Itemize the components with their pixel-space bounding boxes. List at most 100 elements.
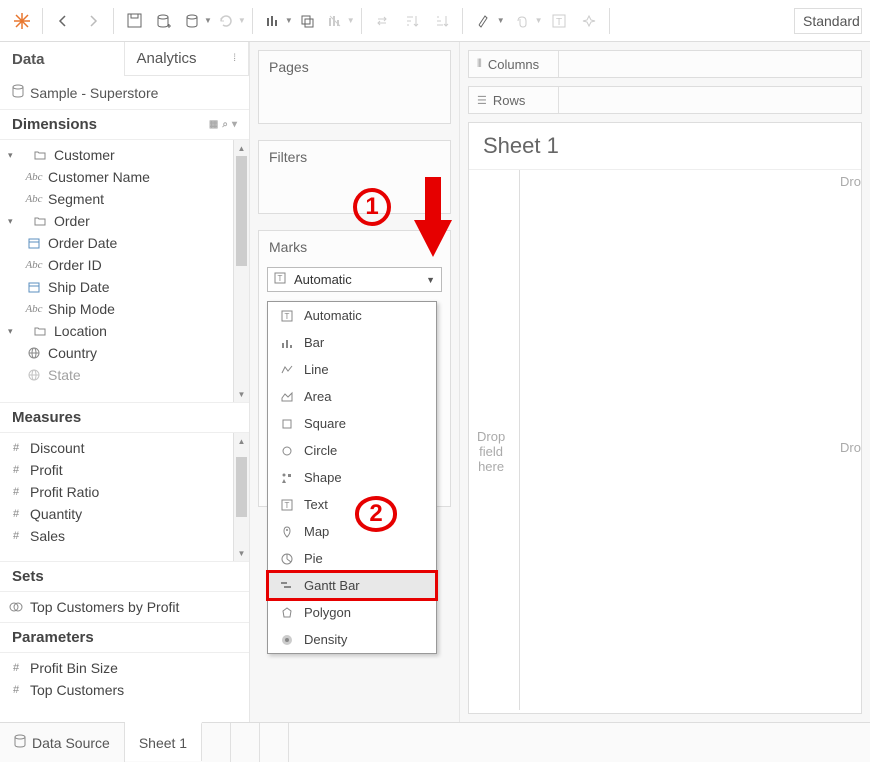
marks-option-pie[interactable]: Pie [268,545,436,572]
tree-item[interactable]: Ship Date [0,276,249,298]
new-worksheet-button[interactable] [259,7,287,35]
clear-sheet-button[interactable] [321,7,349,35]
tree-item[interactable]: Top Customers by Profit [0,596,249,618]
tree-item[interactable]: AbcCustomer Name [0,166,249,188]
scroll-down-icon[interactable]: ▼ [234,386,249,402]
sort-asc-button[interactable] [398,7,426,35]
tree-item[interactable]: ▾Order [0,210,249,232]
pin-button[interactable] [575,7,603,35]
new-worksheet-tab[interactable]: + [202,723,231,762]
toolbar-separator [462,8,463,34]
menu-caret-icon[interactable]: ▾ [232,119,237,130]
grid-line [519,170,520,710]
tree-item[interactable]: #Quantity [0,503,249,525]
dropdown-icon: ⁞ [233,53,236,64]
save-button[interactable] [120,7,148,35]
scroll-up-icon[interactable]: ▲ [234,140,249,156]
sheet-view[interactable]: Sheet 1 Drop field here Dro Dro [468,122,862,714]
duplicate-sheet-button[interactable] [293,7,321,35]
shelf-label: Rows [493,93,526,108]
caret-down-icon[interactable]: ▼ [347,16,355,25]
search-icon[interactable]: ⌕ [222,119,228,130]
pause-updates-button[interactable] [178,7,206,35]
marks-option-map[interactable]: Map [268,518,436,545]
new-story-tab[interactable] [260,723,289,762]
attach-button[interactable] [507,7,535,35]
new-dashboard-tab[interactable] [231,723,260,762]
shelf-title: Pages [259,51,450,83]
back-button[interactable] [49,7,77,35]
dimensions-header: Dimensions ▦ ⌕ ▾ [0,109,249,140]
tab-data[interactable]: Data [0,42,125,76]
marks-option-auto[interactable]: T Automatic [268,302,436,329]
refresh-button[interactable] [212,7,240,35]
caret-down-icon[interactable]: ▼ [497,16,505,25]
caret-down-icon[interactable]: ▼ [204,16,212,25]
sort-desc-button[interactable] [428,7,456,35]
tree-item[interactable]: AbcSegment [0,188,249,210]
rows-shelf[interactable]: ☰ Rows [468,86,862,114]
tree-item[interactable]: AbcShip Mode [0,298,249,320]
tab-sheet1[interactable]: Sheet 1 [125,722,202,761]
scrollbar[interactable]: ▲ ▼ [233,140,249,402]
caret-down-icon[interactable]: ▼ [535,16,543,25]
forward-button[interactable] [79,7,107,35]
marks-option-polygon[interactable]: Polygon [268,599,436,626]
tab-data-source[interactable]: Data Source [0,723,125,762]
marks-option-circle[interactable]: Circle [268,437,436,464]
annotation-step-1: 1 [353,188,391,226]
tableau-logo-icon[interactable] [8,7,36,35]
new-datasource-button[interactable] [150,7,178,35]
scroll-down-icon[interactable]: ▼ [234,545,249,561]
option-label: Automatic [304,308,362,323]
tree-item[interactable]: Order Date [0,232,249,254]
tree-item-label: Country [48,345,97,361]
scrollbar-thumb[interactable] [236,156,247,266]
tree-item[interactable]: ▾Customer [0,144,249,166]
section-title: Sets [12,568,44,585]
highlight-button[interactable] [469,7,497,35]
marks-card: Marks T Automatic ▼ TAutomaticBarLineAre… [258,230,451,507]
tree-item[interactable]: State [0,364,249,386]
marks-option-gantt[interactable]: Gantt Bar [268,572,436,599]
tree-item[interactable]: AbcOrder ID [0,254,249,276]
pie-icon [280,553,294,565]
marks-option-area[interactable]: Area [268,383,436,410]
tree-item[interactable]: Country [0,342,249,364]
caret-down-icon[interactable]: ▼ [285,16,293,25]
datasource-item[interactable]: Sample - Superstore [0,76,249,109]
tree-item[interactable]: #Sales [0,525,249,547]
scrollbar-thumb[interactable] [236,457,247,517]
option-label: Polygon [304,605,351,620]
tab-analytics[interactable]: Analytics ⁞ [125,42,250,76]
tree-item[interactable]: #Profit Ratio [0,481,249,503]
fit-select[interactable]: Standard [794,8,862,34]
toolbar-separator [42,8,43,34]
columns-shelf[interactable]: ⦀ Columns [468,50,862,78]
tree-item[interactable]: #Discount [0,437,249,459]
marks-option-square[interactable]: Square [268,410,436,437]
tree-item[interactable]: #Profit Bin Size [0,657,249,679]
pages-shelf[interactable]: Pages [258,50,451,124]
marks-option-line[interactable]: Line [268,356,436,383]
scroll-up-icon[interactable]: ▲ [234,433,249,449]
annotation-step-2: 2 [355,496,397,532]
marks-option-text[interactable]: TText [268,491,436,518]
marks-option-bar[interactable]: Bar [268,329,436,356]
tab-label: Analytics [137,50,197,67]
tree-item[interactable]: #Top Customers [0,679,249,701]
tree-item[interactable]: ▾Location [0,320,249,342]
option-label: Line [304,362,329,377]
marks-type-select[interactable]: T Automatic ▼ [267,267,442,292]
view-icon[interactable]: ▦ [209,119,218,130]
line-icon [280,364,294,376]
toolbar-separator [609,8,610,34]
marks-option-density[interactable]: Density [268,626,436,653]
tree-item[interactable]: #Profit [0,459,249,481]
caret-down-icon[interactable]: ▼ [238,16,246,25]
scrollbar[interactable]: ▲ ▼ [233,433,249,561]
svg-text:T: T [285,312,290,321]
marks-option-shape[interactable]: Shape [268,464,436,491]
text-label-button[interactable]: T [545,7,573,35]
swap-button[interactable] [368,7,396,35]
